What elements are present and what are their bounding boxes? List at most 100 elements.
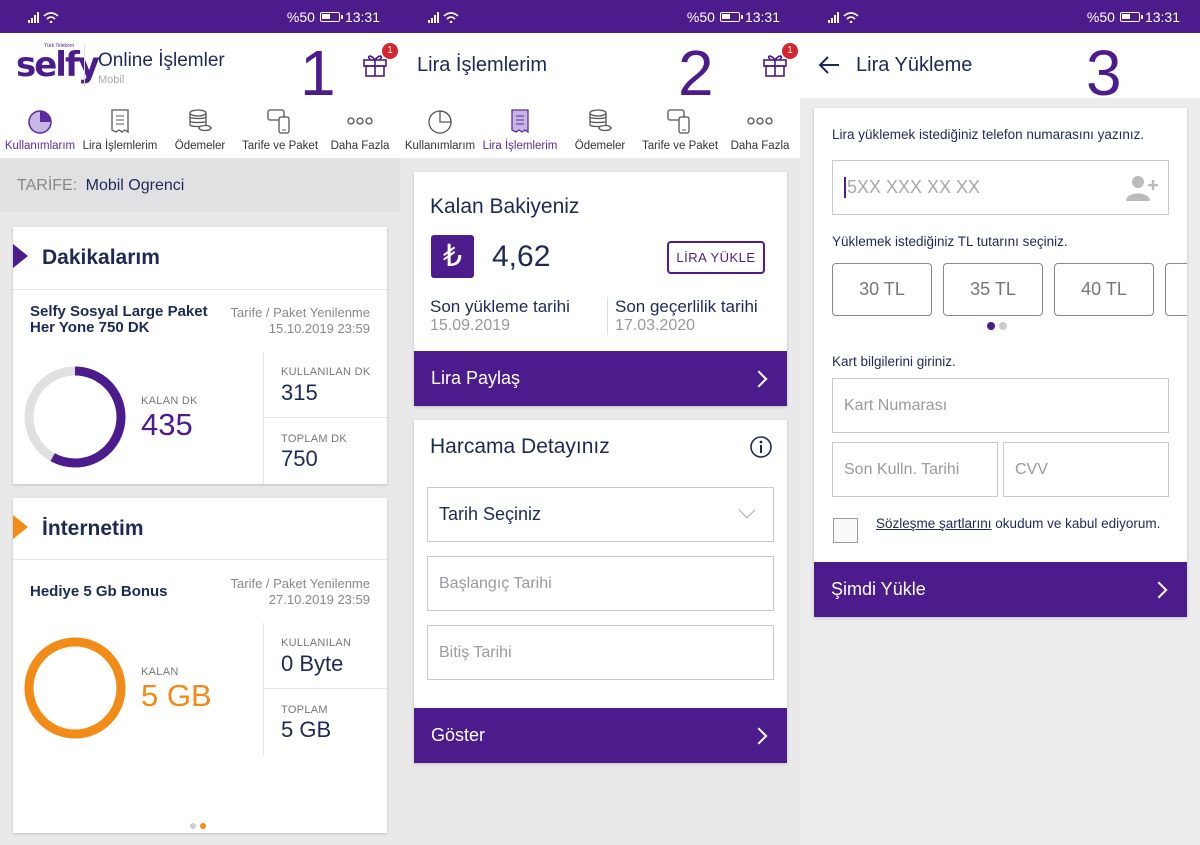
dot[interactable] [999, 322, 1007, 330]
tab-lira[interactable]: Lira İşlemlerim [480, 98, 560, 158]
balance-value: 4,62 [492, 240, 551, 273]
signal-wifi-icon [428, 12, 459, 23]
renew-label: Tarife / Paket Yenilenme [230, 305, 370, 320]
app-bar: Lira İşlemlerim 2 1 [400, 33, 800, 105]
spending-heading: Harcama Detayınız [430, 435, 610, 458]
minutes-ring [24, 366, 126, 468]
total-value: 5 GB [281, 717, 332, 742]
package-name: Selfy Sosyal Large Paket Her Yone 750 DK [30, 303, 208, 336]
tab-payments[interactable]: Ödemeler [560, 98, 640, 158]
battery-icon [719, 12, 743, 22]
gift-button[interactable]: 1 [762, 43, 798, 77]
cvv-placeholder: CVV [1015, 460, 1048, 478]
button-label: Şimdi Yükle [831, 579, 926, 599]
tab-label: Ödemeler [574, 140, 626, 152]
amount-option[interactable]: 30 TL [832, 263, 932, 316]
divider [607, 297, 608, 335]
used-value: 315 [281, 380, 318, 405]
battery-icon [1119, 12, 1143, 22]
receipt-icon [511, 109, 529, 134]
tab-more[interactable]: Daha Fazla [320, 98, 400, 158]
phone-chat-icon [667, 109, 690, 134]
remaining-value: 5 GB [141, 678, 212, 713]
status-bar: %50 13:31 [400, 0, 800, 33]
tab-label: Daha Fazla [730, 140, 790, 152]
status-bar: %50 13:31 [0, 0, 400, 33]
gift-badge: 1 [782, 43, 798, 59]
info-icon[interactable] [749, 435, 773, 459]
date-select[interactable]: Tarih Seçiniz [427, 487, 774, 542]
lira-load-button[interactable]: LİRA YÜKLE [667, 241, 765, 274]
renew-date: 27.10.2019 23:59 [268, 592, 370, 607]
show-button[interactable]: Göster [414, 708, 787, 763]
expiry-input[interactable]: Son Kulln. Tarihi [832, 442, 998, 497]
remaining-label: KALAN DK [141, 395, 198, 407]
battery-text: %50 [686, 9, 715, 25]
load-form-card: Lira yüklemek istediğiniz telefon numara… [814, 108, 1187, 617]
status-bar: %50 13:31 [800, 0, 1200, 33]
remaining-value: 435 [141, 407, 193, 442]
amount-option[interactable]: 40 TL [1054, 263, 1154, 316]
terms-checkbox[interactable] [833, 518, 858, 543]
tab-payments[interactable]: Ödemeler [160, 98, 240, 158]
tab-lira[interactable]: Lira İşlemlerim [80, 98, 160, 158]
tab-plans[interactable]: Tarife ve Paket [240, 98, 320, 158]
screen-usage: %50 13:31 Türk Telekom selfy Online İşlem… [0, 0, 400, 845]
tab-more[interactable]: Daha Fazla [720, 98, 800, 158]
battery-icon [319, 12, 343, 22]
selfy-logo[interactable]: Türk Telekom selfy [16, 43, 100, 82]
load-now-button[interactable]: Şimdi Yükle [814, 562, 1187, 617]
tariff-bar: TARİFE: Mobil Ogrenci [0, 158, 400, 212]
amount-prompt: Yüklemek istediğiniz TL tutarını seçiniz… [832, 234, 1068, 249]
internet-heading: İnternetim [42, 517, 144, 540]
amount-option-partial[interactable] [1165, 263, 1187, 316]
divider [13, 559, 387, 560]
last-load-label: Son yükleme tarihi [430, 297, 570, 316]
dot-active[interactable] [987, 322, 995, 330]
coins-icon [589, 109, 612, 132]
start-date-placeholder: Başlangıç Tarihi [439, 574, 552, 592]
button-label: Lira Paylaş [431, 368, 521, 388]
clock: 13:31 [344, 9, 380, 25]
tariff-label: TARİFE: [17, 177, 78, 194]
tab-bar: Kullanımlarım Lira İşlemlerim Ödemeler T… [400, 98, 800, 158]
section-marker [13, 515, 28, 539]
cvv-input[interactable]: CVV [1003, 442, 1169, 497]
start-date-field[interactable]: Başlangıç Tarihi [427, 556, 774, 611]
back-arrow-icon[interactable] [818, 55, 840, 75]
chevron-right-icon [750, 727, 768, 744]
tab-bar: Kullanımlarım Lira İşlemlerim Ödemeler T… [0, 98, 400, 158]
receipt-icon [111, 109, 129, 134]
phone-prompt: Lira yüklemek istediğiniz telefon numara… [832, 127, 1145, 142]
pie-chart-icon [428, 110, 452, 134]
divider [263, 417, 387, 418]
tariff-value: Mobil Ogrenci [85, 177, 185, 194]
tab-usage[interactable]: Kullanımlarım [400, 98, 480, 158]
card-number-input[interactable]: Kart Numarası [832, 378, 1169, 433]
phone-input[interactable]: 5XX XXX XX XX [832, 160, 1169, 215]
section-marker [13, 244, 28, 268]
signal-wifi-icon [828, 12, 859, 23]
gift-button[interactable]: 1 [362, 43, 398, 77]
tab-plans[interactable]: Tarife ve Paket [640, 98, 720, 158]
amount-option[interactable]: 35 TL [943, 263, 1043, 316]
app-bar: Türk Telekom selfy Online İşlemler Mobil… [0, 33, 400, 105]
add-contact-icon[interactable] [1126, 174, 1158, 202]
end-date-field[interactable]: Bitiş Tarihi [427, 625, 774, 680]
tab-usage[interactable]: Kullanımlarım [0, 98, 80, 158]
dot[interactable] [190, 823, 196, 829]
minutes-card: Dakikalarım Selfy Sosyal Large Paket Her… [13, 227, 387, 484]
renew-date: 15.10.2019 23:59 [268, 321, 370, 336]
dot-active[interactable] [200, 823, 206, 829]
page-dots [190, 823, 206, 829]
minutes-heading: Dakikalarım [42, 246, 160, 269]
terms-link[interactable]: Sözleşme şartlarını [876, 516, 992, 531]
balance-heading: Kalan Bakiyeniz [430, 195, 580, 218]
lira-share-button[interactable]: Lira Paylaş [414, 351, 787, 406]
divider [13, 289, 387, 290]
step-number: 3 [1086, 37, 1122, 109]
spending-card: Harcama Detayınız Tarih Seçiniz Başlangı… [414, 420, 787, 763]
renew-label: Tarife / Paket Yenilenme [230, 576, 370, 591]
divider [263, 352, 264, 484]
more-dots-icon [747, 117, 773, 125]
